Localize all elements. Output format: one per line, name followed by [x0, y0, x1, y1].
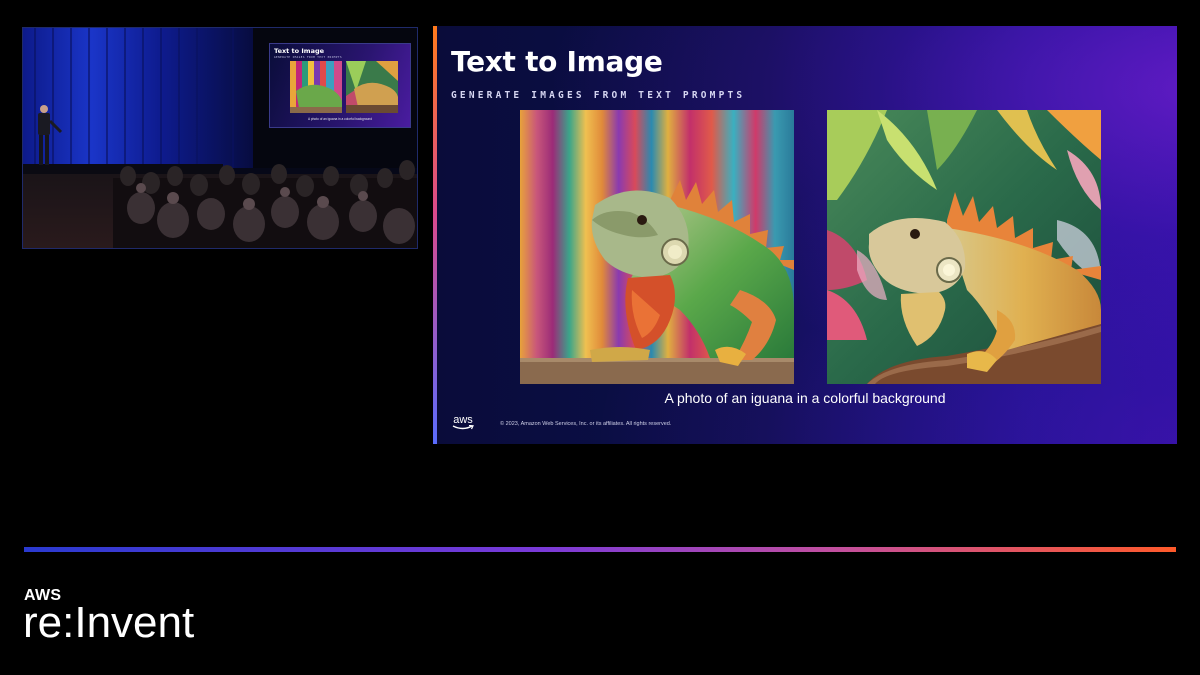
projected-slide-title: Text to Image	[274, 47, 325, 55]
projected-slide: Text to Image GENERATE IMAGES FROM TEXT …	[269, 43, 411, 128]
brand-reinvent-text: re:Invent	[23, 598, 195, 647]
projected-iguana-image-2	[346, 61, 398, 113]
slide-caption: A photo of an iguana in a colorful backg…	[664, 390, 946, 406]
slide-accent-bar	[433, 26, 437, 444]
slide-subtitle: GENERATE IMAGES FROM TEXT PROMPTS	[451, 90, 746, 101]
gradient-divider	[24, 547, 1176, 552]
camera-feed: Text to Image GENERATE IMAGES FROM TEXT …	[22, 27, 418, 249]
aws-logo: aws	[450, 415, 476, 433]
projected-iguana-image-1	[290, 61, 342, 113]
iguana-image-leafy	[827, 110, 1101, 384]
projected-slide-subtitle: GENERATE IMAGES FROM TEXT PROMPTS	[274, 56, 343, 59]
slide-title: Text to Image	[451, 45, 663, 78]
presentation-slide: Text to Image GENERATE IMAGES FROM TEXT …	[433, 26, 1177, 444]
copyright-text: © 2023, Amazon Web Services, Inc. or its…	[500, 421, 672, 427]
iguana-image-striped	[520, 110, 794, 384]
projected-slide-caption: A photo of an iguana in a colorful backg…	[308, 117, 372, 121]
aws-smile-icon	[452, 425, 474, 430]
